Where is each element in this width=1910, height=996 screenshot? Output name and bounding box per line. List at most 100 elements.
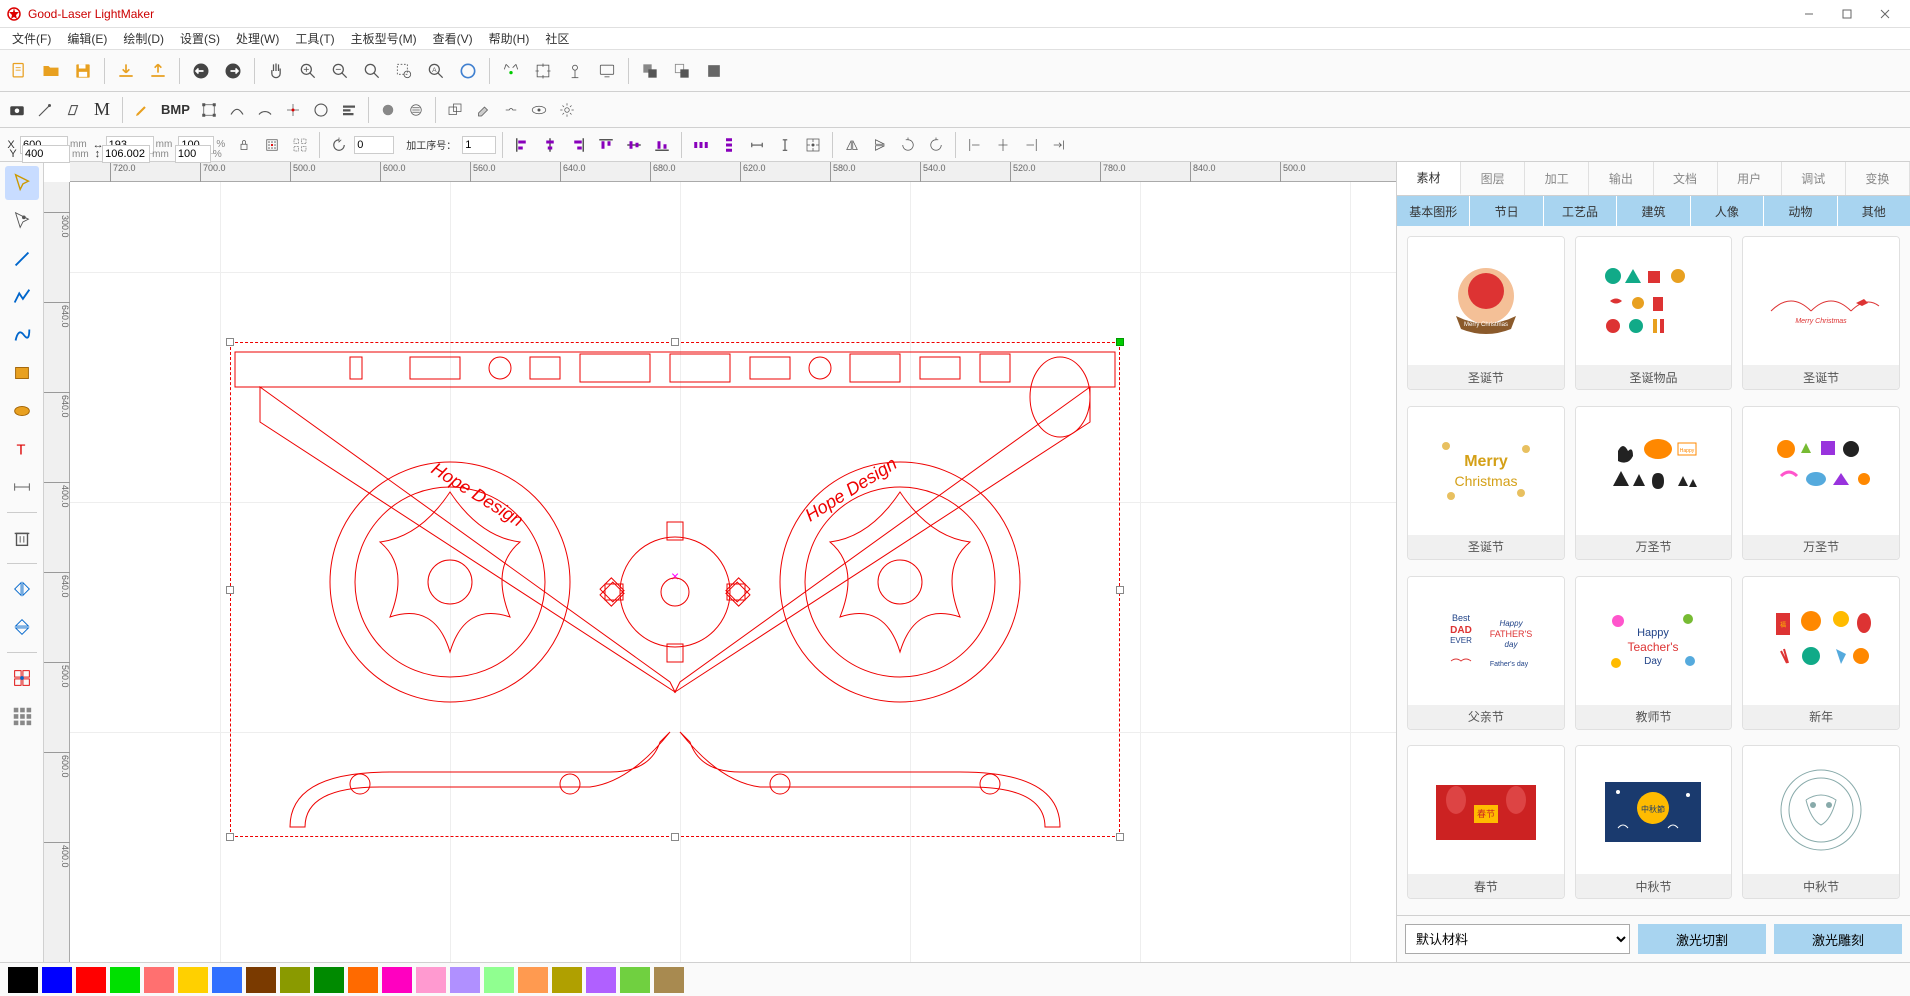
laser-cut-button[interactable]: 激光切割 [1638,924,1766,954]
color-swatch[interactable] [382,967,412,993]
hatchfill-button[interactable] [403,97,429,123]
same-width-button[interactable] [744,132,770,158]
menu-file[interactable]: 文件(F) [4,28,59,49]
bmp-label[interactable]: BMP [157,102,194,117]
color-swatch[interactable] [76,967,106,993]
color-swatch[interactable] [484,967,514,993]
menu-draw[interactable]: 绘制(D) [115,28,172,49]
align-right-button[interactable] [565,132,591,158]
mirror-v-tool[interactable] [5,610,39,644]
layer-tool-1[interactable] [635,56,665,86]
zoom-in-button[interactable] [293,56,323,86]
align-hcenter-button[interactable] [537,132,563,158]
menu-view[interactable]: 查看(V) [425,28,481,49]
text-tool[interactable]: T [5,432,39,466]
delete-tool[interactable] [5,521,39,555]
seq-input[interactable] [462,136,496,154]
asset-card[interactable]: 万圣节 [1742,406,1900,560]
align-left-button[interactable] [509,132,535,158]
position-button[interactable] [560,56,590,86]
dist-h-button[interactable] [688,132,714,158]
node-edit-tool[interactable] [5,204,39,238]
menu-board[interactable]: 主板型号(M) [343,28,425,49]
color-swatch[interactable] [42,967,72,993]
y-input[interactable] [22,145,70,163]
undo-button[interactable] [186,56,216,86]
cat-craft[interactable]: 工艺品 [1544,196,1617,226]
text-button[interactable] [336,97,362,123]
color-swatch[interactable] [314,967,344,993]
camera-capture-button[interactable] [4,97,30,123]
rotate-ccw-button[interactable] [923,132,949,158]
frame-button[interactable] [528,56,558,86]
snap-end-button[interactable] [1046,132,1072,158]
lock-aspect-button[interactable] [231,132,257,158]
rotate-cw-button[interactable] [895,132,921,158]
color-swatch[interactable] [8,967,38,993]
dist-v-button[interactable] [716,132,742,158]
zoom-fit-button[interactable] [357,56,387,86]
pencil-button[interactable] [129,97,155,123]
tab-output[interactable]: 输出 [1589,162,1653,195]
save-file-button[interactable] [68,56,98,86]
mirror-h-button[interactable] [839,132,865,158]
close-button[interactable] [1866,0,1904,28]
zoom-selection-button[interactable] [389,56,419,86]
dimension-tool[interactable] [5,470,39,504]
cat-portrait[interactable]: 人像 [1691,196,1764,226]
canvas-area[interactable]: 720.0 700.0 500.0 600.0 560.0 640.0 680.… [44,162,1396,962]
rectangle-tool[interactable] [5,356,39,390]
menu-help[interactable]: 帮助(H) [481,28,538,49]
asset-card[interactable]: 圣诞物品 [1575,236,1733,390]
asset-card[interactable]: Merry Christmas圣诞节 [1407,236,1565,390]
color-swatch[interactable] [416,967,446,993]
align-top-button[interactable] [593,132,619,158]
transform-button[interactable] [196,97,222,123]
mirror-v-button[interactable] [867,132,893,158]
line-tool[interactable] [5,242,39,276]
snap-right-button[interactable] [1018,132,1044,158]
asset-card[interactable]: Merry Christmas圣诞节 [1742,236,1900,390]
rotate-input[interactable] [354,136,394,154]
snap-left-button[interactable] [962,132,988,158]
zoom-all-button[interactable]: A [421,56,451,86]
layer-tool-2[interactable] [667,56,697,86]
menu-community[interactable]: 社区 [537,28,577,49]
tab-document[interactable]: 文档 [1654,162,1718,195]
tab-process[interactable]: 加工 [1525,162,1589,195]
color-swatch[interactable] [586,967,616,993]
open-file-button[interactable] [36,56,66,86]
redo-button[interactable] [218,56,248,86]
asset-card[interactable]: 中秋节 [1742,745,1900,899]
laser-engrave-button[interactable]: 激光雕刻 [1774,924,1902,954]
cat-basic[interactable]: 基本图形 [1397,196,1470,226]
array-rect-tool[interactable] [5,661,39,695]
color-swatch[interactable] [280,967,310,993]
fill-button[interactable] [375,97,401,123]
scaley-input[interactable] [175,145,211,163]
m-mode-label[interactable]: M [88,99,116,120]
canvas-workspace[interactable]: × [70,182,1396,962]
color-swatch[interactable] [246,967,276,993]
color-swatch[interactable] [620,967,650,993]
asset-card[interactable]: 福新年 [1742,576,1900,730]
cat-animal[interactable]: 动物 [1764,196,1837,226]
color-swatch[interactable] [144,967,174,993]
circle-button[interactable] [308,97,334,123]
preview-button[interactable] [526,97,552,123]
camera-tool-button[interactable] [496,56,526,86]
color-swatch[interactable] [110,967,140,993]
vector-edit-button[interactable] [32,97,58,123]
minimize-button[interactable] [1790,0,1828,28]
menu-settings[interactable]: 设置(S) [172,28,228,49]
asset-card[interactable]: 中秋節中秋节 [1575,745,1733,899]
rotate-button[interactable] [326,132,352,158]
asset-card[interactable]: 春节春节 [1407,745,1565,899]
menu-tools[interactable]: 工具(T) [287,28,342,49]
export-button[interactable] [143,56,173,86]
material-select[interactable]: 默认材料 [1405,924,1630,954]
monitor-button[interactable] [592,56,622,86]
height-input[interactable] [102,145,150,163]
tab-transform[interactable]: 变换 [1846,162,1910,195]
color-swatch[interactable] [552,967,582,993]
